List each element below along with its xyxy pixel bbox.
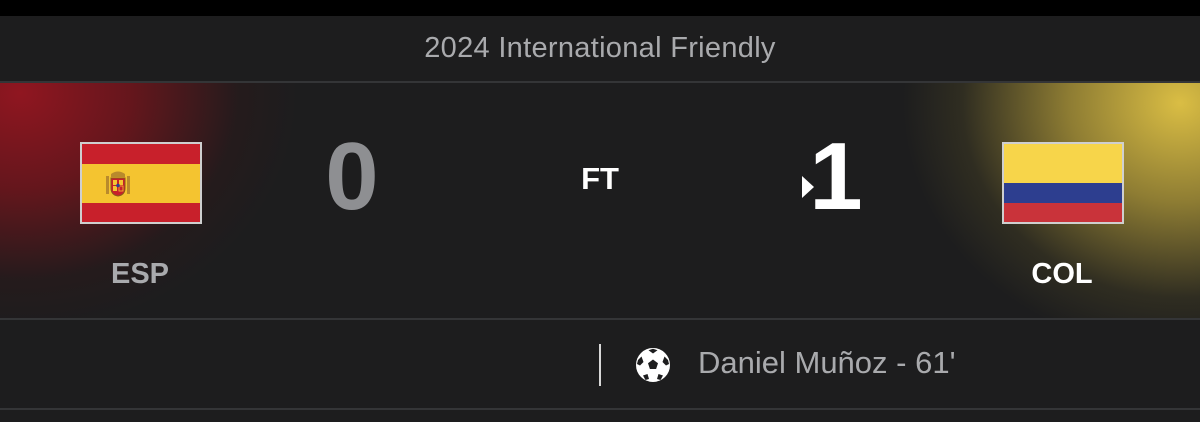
competition-title: 2024 International Friendly — [424, 32, 776, 64]
away-team-abbr[interactable]: COL — [992, 258, 1132, 291]
scorers-center-divider — [599, 344, 601, 386]
scoreboard-card[interactable]: 2024 International Friendly 0 ESP FT 1 C… — [0, 0, 1200, 422]
match-status: FT — [581, 161, 619, 196]
coat-of-arms-icon — [106, 171, 130, 197]
score-section: 0 ESP FT 1 COL — [0, 83, 1200, 318]
away-score: 1 — [809, 123, 863, 230]
bottom-divider — [0, 408, 1200, 410]
soccer-ball-icon — [636, 348, 670, 382]
colombia-flag-icon[interactable] — [1002, 142, 1124, 224]
top-bar — [0, 0, 1200, 16]
spain-flag-icon[interactable] — [80, 142, 202, 224]
home-score: 0 — [325, 123, 379, 230]
home-team-abbr[interactable]: ESP — [70, 258, 210, 291]
scorer-entry[interactable]: Daniel Muñoz - 61' — [698, 345, 956, 381]
scorers-section: Daniel Muñoz - 61' — [0, 320, 1200, 408]
